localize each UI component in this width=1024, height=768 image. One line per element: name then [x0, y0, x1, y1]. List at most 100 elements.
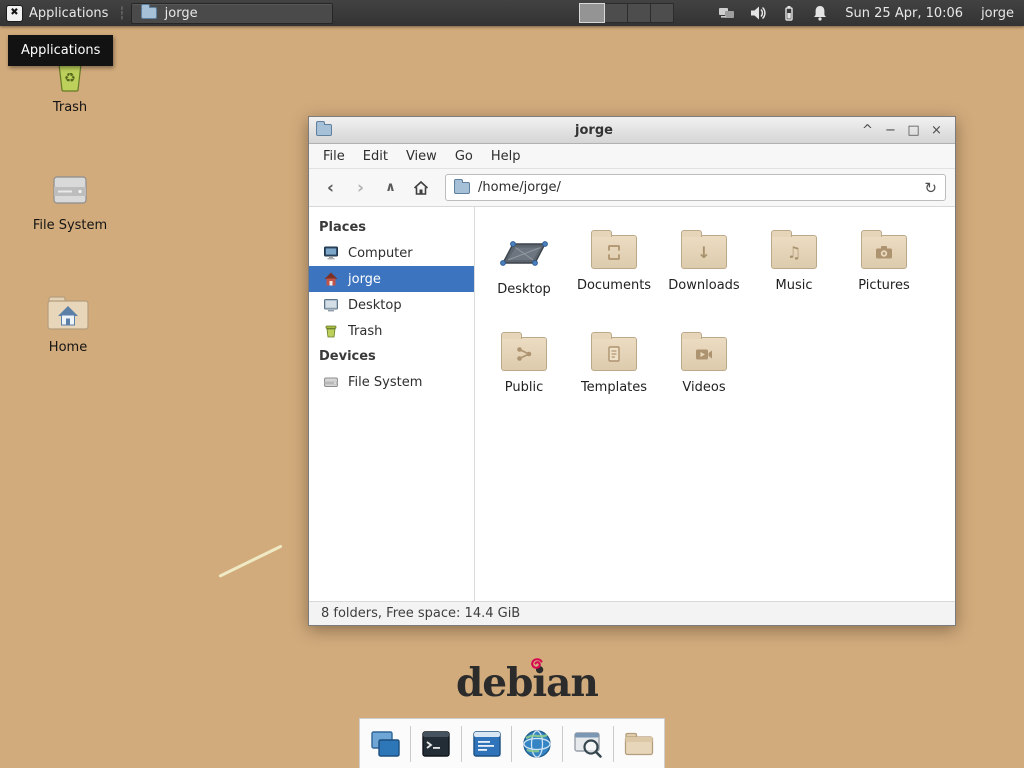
debian-logo-text: debian — [456, 660, 598, 706]
dock-separator — [511, 726, 512, 762]
sidebar-item-label: jorge — [348, 272, 381, 287]
workspace-3[interactable] — [628, 3, 651, 23]
sidebar-item-file-system[interactable]: File System — [309, 369, 474, 395]
sidebar-item-label: Desktop — [348, 298, 402, 313]
home-button[interactable] — [408, 175, 433, 200]
desktop-icon-home[interactable]: Home — [20, 290, 116, 355]
folder-icon — [501, 337, 547, 371]
file-label: Pictures — [858, 278, 909, 293]
taskbar-window-button[interactable]: jorge — [131, 3, 333, 24]
applications-menu-button[interactable]: ✖ Applications — [0, 0, 117, 26]
notifications-bell-icon[interactable] — [811, 4, 829, 22]
file-item-documents[interactable]: Documents — [569, 221, 659, 323]
blank-document-emblem-icon — [592, 236, 636, 268]
menu-help[interactable]: Help — [482, 146, 530, 167]
window-content: Places Computer jorge — [309, 207, 955, 601]
file-label: Videos — [682, 380, 725, 395]
file-item-public[interactable]: Public — [479, 323, 569, 425]
desktop-icon — [323, 297, 339, 313]
desktop-icon-file-system[interactable]: File System — [22, 168, 118, 233]
menubar: File Edit View Go Help — [309, 144, 955, 169]
folder-icon: ↓ — [681, 235, 727, 269]
minimize-button[interactable]: − — [879, 123, 902, 138]
drive-icon — [323, 374, 339, 390]
dock-item-windows[interactable] — [365, 724, 405, 764]
file-item-desktop[interactable]: Desktop — [479, 221, 569, 323]
template-document-emblem-icon — [592, 338, 636, 370]
sidebar-item-computer[interactable]: Computer — [309, 240, 474, 266]
workspace-2[interactable] — [605, 3, 628, 23]
applications-tooltip: Applications — [8, 35, 113, 66]
back-button[interactable]: ‹ — [318, 175, 343, 200]
panel-right-area: Sun 25 Apr, 10:06 jorge — [579, 3, 1024, 23]
workspace-4[interactable] — [651, 3, 674, 23]
file-item-videos[interactable]: Videos — [659, 323, 749, 425]
folder-icon: ♫ — [771, 235, 817, 269]
workspace-1[interactable] — [579, 3, 605, 23]
maximize-button[interactable]: □ — [902, 123, 925, 138]
forward-button[interactable]: › — [348, 175, 373, 200]
home-icon — [412, 179, 430, 197]
menu-view[interactable]: View — [397, 146, 446, 167]
menu-file[interactable]: File — [314, 146, 354, 167]
folder-icon — [591, 337, 637, 371]
file-manager-folder-icon — [622, 727, 656, 761]
reload-icon[interactable]: ↻ — [924, 179, 937, 197]
sidebar-item-trash[interactable]: Trash — [309, 318, 474, 344]
trash-icon — [323, 323, 339, 339]
dock-item-web-browser[interactable] — [517, 724, 557, 764]
statusbar-text: 8 folders, Free space: 14.4 GiB — [321, 606, 520, 621]
panel-clock[interactable]: Sun 25 Apr, 10:06 — [845, 6, 963, 21]
desktop-icon-label: Home — [49, 340, 87, 355]
menu-go[interactable]: Go — [446, 146, 482, 167]
sidebar-item-jorge[interactable]: jorge — [309, 266, 474, 292]
devices-heading: Devices — [309, 344, 474, 369]
window-titlebar[interactable]: jorge ^ − □ × — [309, 117, 955, 144]
file-label: Desktop — [497, 282, 551, 297]
dock-item-terminal[interactable] — [416, 724, 456, 764]
folder-icon — [591, 235, 637, 269]
dock-item-app-finder[interactable] — [568, 724, 608, 764]
drive-icon — [48, 168, 92, 212]
network-icon[interactable] — [718, 4, 736, 22]
folder-icon — [141, 7, 157, 19]
xfce-logo-icon: ✖ — [6, 5, 23, 22]
music-note-emblem-icon: ♫ — [772, 236, 816, 268]
desktop-icon-label: File System — [33, 218, 107, 233]
top-panel: ✖ Applications ┆ jorge Sun 2 — [0, 0, 1024, 26]
application-finder-icon — [571, 727, 605, 761]
path-entry[interactable]: /home/jorge/ ↻ — [445, 174, 946, 201]
file-item-pictures[interactable]: Pictures — [839, 221, 929, 323]
battery-icon[interactable] — [780, 4, 798, 22]
dock-separator — [613, 726, 614, 762]
download-arrow-emblem-icon: ↓ — [682, 236, 726, 268]
dock-item-file-manager[interactable] — [619, 724, 659, 764]
bottom-dock — [359, 718, 665, 768]
file-label: Music — [776, 278, 813, 293]
folder-icon — [861, 235, 907, 269]
sidebar-item-label: Computer — [348, 246, 413, 261]
close-button[interactable]: × — [925, 123, 948, 138]
file-item-templates[interactable]: Templates — [569, 323, 659, 425]
dock-item-blue-terminal[interactable] — [467, 724, 507, 764]
home-folder-icon — [45, 290, 91, 334]
file-item-music[interactable]: ♫ Music — [749, 221, 839, 323]
svg-text:♻: ♻ — [64, 71, 76, 86]
file-item-downloads[interactable]: ↓ Downloads — [659, 221, 749, 323]
volume-icon[interactable] — [749, 4, 767, 22]
file-label: Templates — [581, 380, 647, 395]
panel-username[interactable]: jorge — [981, 6, 1014, 21]
panel-separator-handle: ┆ — [118, 7, 125, 19]
folder-icon — [681, 337, 727, 371]
dock-separator — [461, 726, 462, 762]
sidebar-item-desktop[interactable]: Desktop — [309, 292, 474, 318]
wallpaper-scratch-line — [218, 544, 282, 577]
up-button[interactable]: ∧ — [378, 175, 403, 200]
desktop-icon-label: Trash — [53, 100, 87, 115]
camera-emblem-icon — [862, 236, 906, 268]
menu-edit[interactable]: Edit — [354, 146, 397, 167]
shade-button[interactable]: ^ — [856, 123, 879, 138]
system-tray — [718, 4, 829, 22]
statusbar: 8 folders, Free space: 14.4 GiB — [309, 601, 955, 625]
web-browser-globe-icon — [520, 727, 554, 761]
